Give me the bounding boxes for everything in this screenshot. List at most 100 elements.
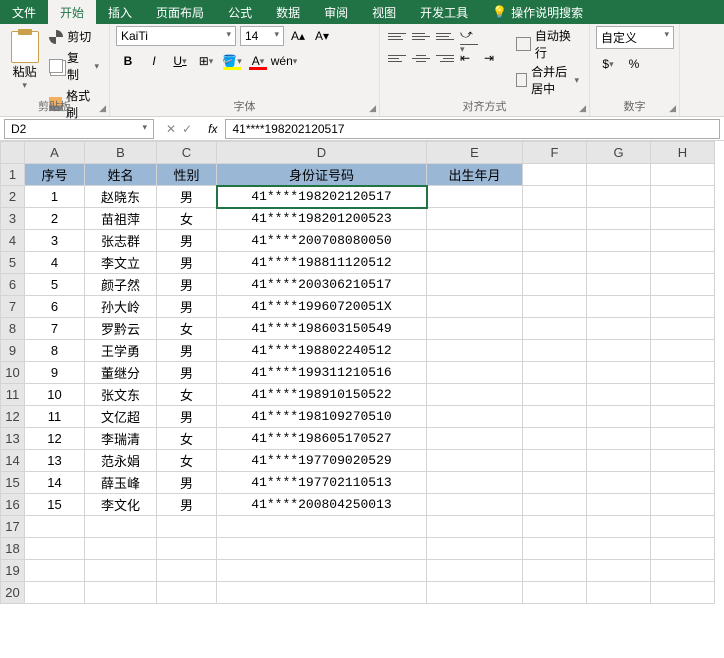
tab-file[interactable]: 文件	[0, 0, 48, 24]
cell[interactable]: 男	[157, 494, 217, 516]
cell[interactable]	[427, 406, 523, 428]
cell[interactable]	[651, 494, 715, 516]
cell[interactable]	[651, 428, 715, 450]
cell[interactable]: 41****198201200523	[217, 208, 427, 230]
cell[interactable]: 41****197709020529	[217, 450, 427, 472]
cell[interactable]	[217, 538, 427, 560]
cell[interactable]	[427, 252, 523, 274]
row-header[interactable]: 4	[1, 230, 25, 252]
cell[interactable]	[217, 516, 427, 538]
cell[interactable]	[587, 472, 651, 494]
cell[interactable]: 41****198802240512	[217, 340, 427, 362]
cell[interactable]	[651, 296, 715, 318]
cell[interactable]: 41****198202120517	[217, 186, 427, 208]
font-name-select[interactable]: KaiTi▾	[116, 26, 236, 46]
worksheet-grid[interactable]: A B C D E F G H 1 序号 姓名 性别 身份证号码 出生年月 21…	[0, 141, 724, 641]
cell[interactable]: 性别	[157, 164, 217, 186]
row-header[interactable]: 18	[1, 538, 25, 560]
number-dialog-launcher[interactable]: ◢	[669, 103, 676, 114]
align-center-button[interactable]	[410, 48, 432, 68]
cell[interactable]	[651, 362, 715, 384]
cell[interactable]: 男	[157, 296, 217, 318]
fill-color-button[interactable]: 🪣▾	[220, 50, 244, 72]
cell[interactable]: 王学勇	[85, 340, 157, 362]
col-header-H[interactable]: H	[651, 142, 715, 164]
cut-button[interactable]: 剪切	[45, 26, 103, 47]
cell[interactable]	[587, 406, 651, 428]
cell[interactable]	[651, 538, 715, 560]
cell[interactable]: 7	[25, 318, 85, 340]
row-header[interactable]: 6	[1, 274, 25, 296]
row-header[interactable]: 17	[1, 516, 25, 538]
cell[interactable]	[85, 516, 157, 538]
cell[interactable]	[217, 582, 427, 604]
row-header[interactable]: 8	[1, 318, 25, 340]
cell[interactable]: 孙大岭	[85, 296, 157, 318]
cell[interactable]: 41****198603150549	[217, 318, 427, 340]
cell[interactable]: 颜子然	[85, 274, 157, 296]
row-header[interactable]: 20	[1, 582, 25, 604]
cell[interactable]	[651, 318, 715, 340]
clipboard-dialog-launcher[interactable]: ◢	[99, 103, 106, 114]
cell[interactable]: 41****200804250013	[217, 494, 427, 516]
cell[interactable]	[427, 582, 523, 604]
cell[interactable]	[523, 296, 587, 318]
row-header[interactable]: 10	[1, 362, 25, 384]
font-dialog-launcher[interactable]: ◢	[369, 103, 376, 114]
cell[interactable]	[523, 186, 587, 208]
cell[interactable]	[427, 384, 523, 406]
col-header-C[interactable]: C	[157, 142, 217, 164]
cell[interactable]	[523, 274, 587, 296]
cell[interactable]	[427, 428, 523, 450]
cell[interactable]	[427, 208, 523, 230]
cell[interactable]: 12	[25, 428, 85, 450]
tab-home[interactable]: 开始	[48, 0, 96, 24]
cell[interactable]	[587, 362, 651, 384]
cell[interactable]	[427, 450, 523, 472]
cell[interactable]: 李文化	[85, 494, 157, 516]
col-header-F[interactable]: F	[523, 142, 587, 164]
cell[interactable]: 苗祖萍	[85, 208, 157, 230]
cell[interactable]: 9	[25, 362, 85, 384]
cell[interactable]	[587, 450, 651, 472]
row-header[interactable]: 14	[1, 450, 25, 472]
col-header-B[interactable]: B	[85, 142, 157, 164]
cell[interactable]	[587, 516, 651, 538]
decrease-font-button[interactable]: A▾	[312, 26, 332, 46]
cell[interactable]	[427, 560, 523, 582]
cell[interactable]: 文亿超	[85, 406, 157, 428]
row-header[interactable]: 13	[1, 428, 25, 450]
cell[interactable]: 女	[157, 450, 217, 472]
cell[interactable]: 6	[25, 296, 85, 318]
increase-indent-button[interactable]: ⇥	[482, 48, 504, 68]
cell[interactable]	[157, 560, 217, 582]
align-dialog-launcher[interactable]: ◢	[579, 103, 586, 114]
cell[interactable]: 41****198109270510	[217, 406, 427, 428]
cell[interactable]	[523, 230, 587, 252]
tab-insert[interactable]: 插入	[96, 0, 144, 24]
cancel-formula-button[interactable]: ✕	[166, 122, 176, 136]
cell[interactable]: 41****197702110513	[217, 472, 427, 494]
cell[interactable]	[523, 428, 587, 450]
cell[interactable]	[587, 186, 651, 208]
cell[interactable]	[651, 274, 715, 296]
cell[interactable]	[427, 230, 523, 252]
row-header[interactable]: 9	[1, 340, 25, 362]
cell[interactable]	[587, 296, 651, 318]
cell[interactable]	[651, 560, 715, 582]
cell[interactable]: 41****19960720051X	[217, 296, 427, 318]
cell[interactable]	[651, 582, 715, 604]
cell[interactable]: 11	[25, 406, 85, 428]
tab-review[interactable]: 审阅	[312, 0, 360, 24]
cell[interactable]: 41****200306210517	[217, 274, 427, 296]
cell[interactable]: 女	[157, 428, 217, 450]
align-left-button[interactable]	[386, 48, 408, 68]
cell[interactable]	[427, 516, 523, 538]
cell[interactable]	[651, 186, 715, 208]
cell[interactable]	[157, 538, 217, 560]
cell[interactable]	[523, 472, 587, 494]
cell[interactable]: 序号	[25, 164, 85, 186]
cell[interactable]	[427, 472, 523, 494]
cell[interactable]	[427, 538, 523, 560]
cell[interactable]	[587, 274, 651, 296]
